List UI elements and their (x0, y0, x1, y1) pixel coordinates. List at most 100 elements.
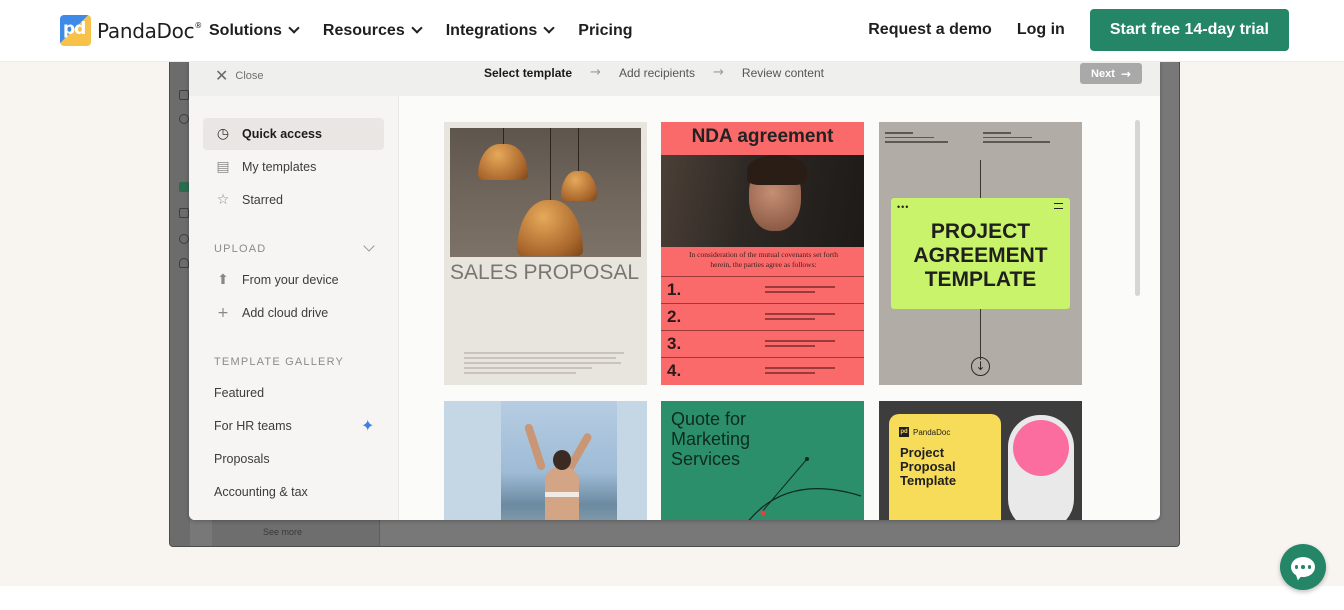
top-navigation: pd PandaDoc® Solutions Resources Integra… (0, 0, 1344, 62)
quote-curve-graphic (748, 457, 862, 520)
primary-menu: Solutions Resources Integrations Pricing (209, 0, 658, 62)
documents-icon (179, 182, 189, 192)
nav-solutions-label: Solutions (209, 22, 282, 39)
sidebar-item-add-cloud[interactable]: + Add cloud drive (203, 297, 384, 329)
sales-proposal-title: SALES PROPOSAL (450, 261, 640, 284)
mini-brand-text: PandaDoc (913, 427, 951, 437)
hair-shape (747, 155, 807, 185)
sidebar-item-from-device[interactable]: ⬆ From your device (203, 264, 384, 296)
chevron-down-icon[interactable] (363, 240, 375, 252)
nda-row: 2. (661, 303, 864, 330)
project-proposal-title: Project Proposal Template (900, 445, 957, 488)
nda-title: NDA agreement (691, 126, 834, 147)
see-more-text: See more (263, 527, 303, 537)
template-card-project-agreement[interactable]: ••• PROJECT AGREEMENT TEMPLATE ↓ (879, 122, 1082, 385)
upload-icon: ⬆ (217, 272, 229, 288)
template-card-quote[interactable]: Quote for Marketing Services (661, 401, 864, 520)
nav-pricing-label: Pricing (578, 22, 633, 39)
pandadoc-logo-icon: pd (60, 15, 91, 46)
chevron-down-icon (543, 22, 555, 34)
step-review-content: Review content (741, 65, 824, 80)
project-proposal-panel: pd PandaDoc Project Proposal Template (889, 414, 1001, 520)
nav-actions: Request a demo Log in Start free 14-day … (868, 9, 1289, 51)
head-shape (553, 450, 571, 470)
lamp-shape (478, 144, 528, 180)
brand-name-text: PandaDoc (97, 18, 195, 43)
upload-section-header: UPLOAD (214, 243, 267, 255)
sidebar-item-quick-access[interactable]: ◷ Quick access (203, 118, 384, 150)
nda-row-number: 1. (667, 280, 682, 299)
pink-circle (1013, 420, 1069, 476)
page-bottom (0, 586, 1344, 610)
meta-lines (885, 132, 955, 146)
chevron-down-icon (288, 22, 300, 34)
plus-icon: + (217, 305, 229, 321)
beach-photo (501, 401, 617, 520)
menu-icon (1054, 203, 1063, 209)
templates-scrollbar[interactable] (1135, 120, 1140, 296)
close-label: Close (235, 69, 264, 82)
document-icon: ▤ (216, 159, 230, 175)
gallery-item-featured[interactable]: Featured (214, 386, 264, 400)
gallery-item-proposals[interactable]: Proposals (214, 452, 270, 466)
star-icon: ☆ (216, 192, 230, 208)
lamp-wire (550, 128, 551, 210)
gallery-item-hr-teams[interactable]: For HR teams (214, 419, 292, 433)
request-demo-link[interactable]: Request a demo (868, 21, 992, 39)
modal-header: ✕ Close Select template → Add recipients … (189, 62, 1160, 96)
select-template-modal: ✕ Close Select template → Add recipients … (189, 62, 1160, 520)
see-more-area: See more (212, 520, 380, 546)
app-rail (170, 62, 190, 546)
nav-integrations[interactable]: Integrations (445, 22, 555, 40)
chevron-down-icon (411, 22, 423, 34)
close-button[interactable]: ✕ Close (215, 66, 264, 85)
sidebar-item-starred[interactable]: ☆ Starred (203, 184, 384, 216)
next-label: Next (1091, 67, 1115, 80)
nda-row: 3. (661, 330, 864, 357)
nav-resources[interactable]: Resources (322, 22, 423, 40)
login-link[interactable]: Log in (1017, 21, 1065, 39)
check-circle-icon (179, 114, 189, 124)
arrow-down-circle-icon: ↓ (971, 357, 990, 376)
from-device-label: From your device (242, 273, 339, 287)
wizard-steps: Select template → Add recipients → Revie… (484, 65, 824, 80)
next-button[interactable]: Next → (1080, 63, 1142, 84)
pandadoc-mini-brand: pd PandaDoc (899, 427, 950, 437)
arrow-right-icon: → (713, 65, 724, 80)
fine-print (464, 352, 624, 378)
templates-icon (179, 208, 189, 218)
lamps-photo (450, 128, 641, 257)
meta-lines (983, 132, 1053, 146)
nav-integrations-label: Integrations (445, 22, 538, 39)
template-card-beach[interactable] (444, 401, 647, 520)
logo-mark-text: pd (63, 19, 86, 39)
template-card-sales-proposal[interactable]: SALES PROPOSAL (444, 122, 647, 385)
lamp-shape (517, 200, 583, 256)
sidebar-item-my-templates[interactable]: ▤ My templates (203, 151, 384, 183)
nda-row: 4. (661, 357, 864, 384)
dots-icon: ••• (897, 202, 910, 212)
add-cloud-label: Add cloud drive (242, 306, 329, 320)
nav-resources-label: Resources (322, 22, 405, 39)
registered-mark: ® (194, 20, 202, 30)
start-trial-button[interactable]: Start free 14-day trial (1089, 9, 1289, 51)
arrow-right-icon: → (590, 65, 601, 80)
gallery-item-accounting[interactable]: Accounting & tax (214, 485, 308, 499)
template-card-nda[interactable]: NDA agreement In consideration of the mu… (661, 122, 864, 385)
nav-pricing[interactable]: Pricing (578, 22, 632, 40)
close-icon: ✕ (215, 66, 229, 85)
nda-row-number: 4. (667, 361, 682, 380)
project-agreement-panel: ••• PROJECT AGREEMENT TEMPLATE (891, 198, 1070, 309)
pandadoc-logo[interactable]: pd PandaDoc® (60, 15, 202, 46)
template-sidebar: ◷ Quick access ▤ My templates ☆ Starred UPL… (189, 96, 399, 520)
step-add-recipients: Add recipients (618, 65, 695, 80)
nav-solutions[interactable]: Solutions (209, 22, 300, 40)
template-card-project-proposal[interactable]: pd PandaDoc Project Proposal Template (879, 401, 1082, 520)
pill-graphic (1008, 415, 1074, 520)
bikini-shape (545, 492, 579, 497)
chat-icon (1291, 557, 1315, 577)
chat-widget-button[interactable] (1280, 544, 1326, 590)
arrow-right-icon: → (1120, 66, 1131, 81)
my-templates-label: My templates (242, 160, 317, 174)
pandadoc-mini-icon: pd (899, 427, 909, 437)
